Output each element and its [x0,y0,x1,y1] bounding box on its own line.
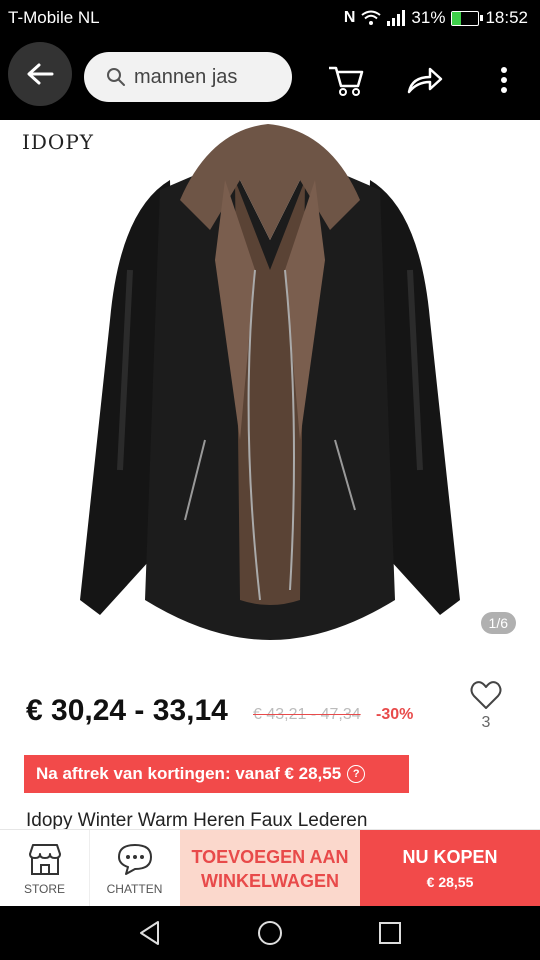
wifi-icon [361,10,382,25]
buy-now-label: NU KOPEN [402,847,498,867]
more-vertical-icon [501,67,507,93]
original-price: € 43,21 - 47,34 [253,706,361,723]
nav-back-icon[interactable] [138,920,162,946]
top-toolbar: mannen jas [0,36,540,120]
nfc-icon: N [343,9,356,26]
share-icon [407,67,443,94]
product-price: € 30,24 - 33,14 [26,694,228,727]
arrow-left-icon [27,63,54,85]
buy-now-price: € 28,55 [426,874,474,890]
carrier-label: T-Mobile NL [8,8,100,27]
bottom-action-bar: STORE CHATTEN TOEVOEGEN AAN WINKELWAGEN … [0,829,540,907]
back-button[interactable] [8,42,72,106]
chat-icon [117,843,152,875]
cart-icon [329,66,364,96]
status-bar: T-Mobile NL N 31% 18:52 [0,0,540,36]
clock: 18:52 [485,8,528,27]
coupon-banner[interactable]: Na aftrek van kortingen: vanaf € 28,55 ? [24,755,409,793]
store-button[interactable]: STORE [0,830,90,907]
brand-logo: IDOPY [22,130,94,154]
share-button[interactable] [405,60,445,100]
wishlist-count: 3 [481,714,491,731]
system-navigation-bar [0,906,540,960]
search-bar[interactable]: mannen jas [84,52,292,102]
more-options-button[interactable] [484,60,524,100]
store-label: STORE [23,881,66,896]
nav-recents-icon[interactable] [378,921,402,945]
signal-icon [387,10,406,26]
status-indicators: N 31% 18:52 [344,8,528,28]
battery-percent: 31% [411,8,446,27]
discount-badge: -30% [376,706,414,723]
product-image [80,124,460,640]
search-query: mannen jas [134,65,238,88]
chat-label: CHATTEN [106,881,163,896]
add-to-cart-label-2: WINKELWAGEN [201,870,339,891]
add-to-cart-label-1: TOEVOEGEN AAN [191,846,349,867]
chat-button[interactable]: CHATTEN [89,830,180,907]
help-icon[interactable]: ? [347,765,366,783]
coupon-text: Na aftrek van kortingen: vanaf € 28,55 [36,764,342,783]
nav-home-icon[interactable] [256,919,284,947]
buy-now-button[interactable]: NU KOPEN € 28,55 [360,830,540,907]
battery-icon [451,10,484,26]
wishlist-button[interactable]: 3 [466,680,506,732]
add-to-cart-button[interactable]: TOEVOEGEN AAN WINKELWAGEN [180,830,360,907]
search-icon [107,68,125,86]
store-icon [28,843,61,875]
image-counter: 1/6 [480,612,516,634]
cart-button[interactable] [326,60,366,100]
product-image-gallery[interactable]: IDOPY 1/6 [0,120,540,660]
heart-icon [470,681,502,709]
